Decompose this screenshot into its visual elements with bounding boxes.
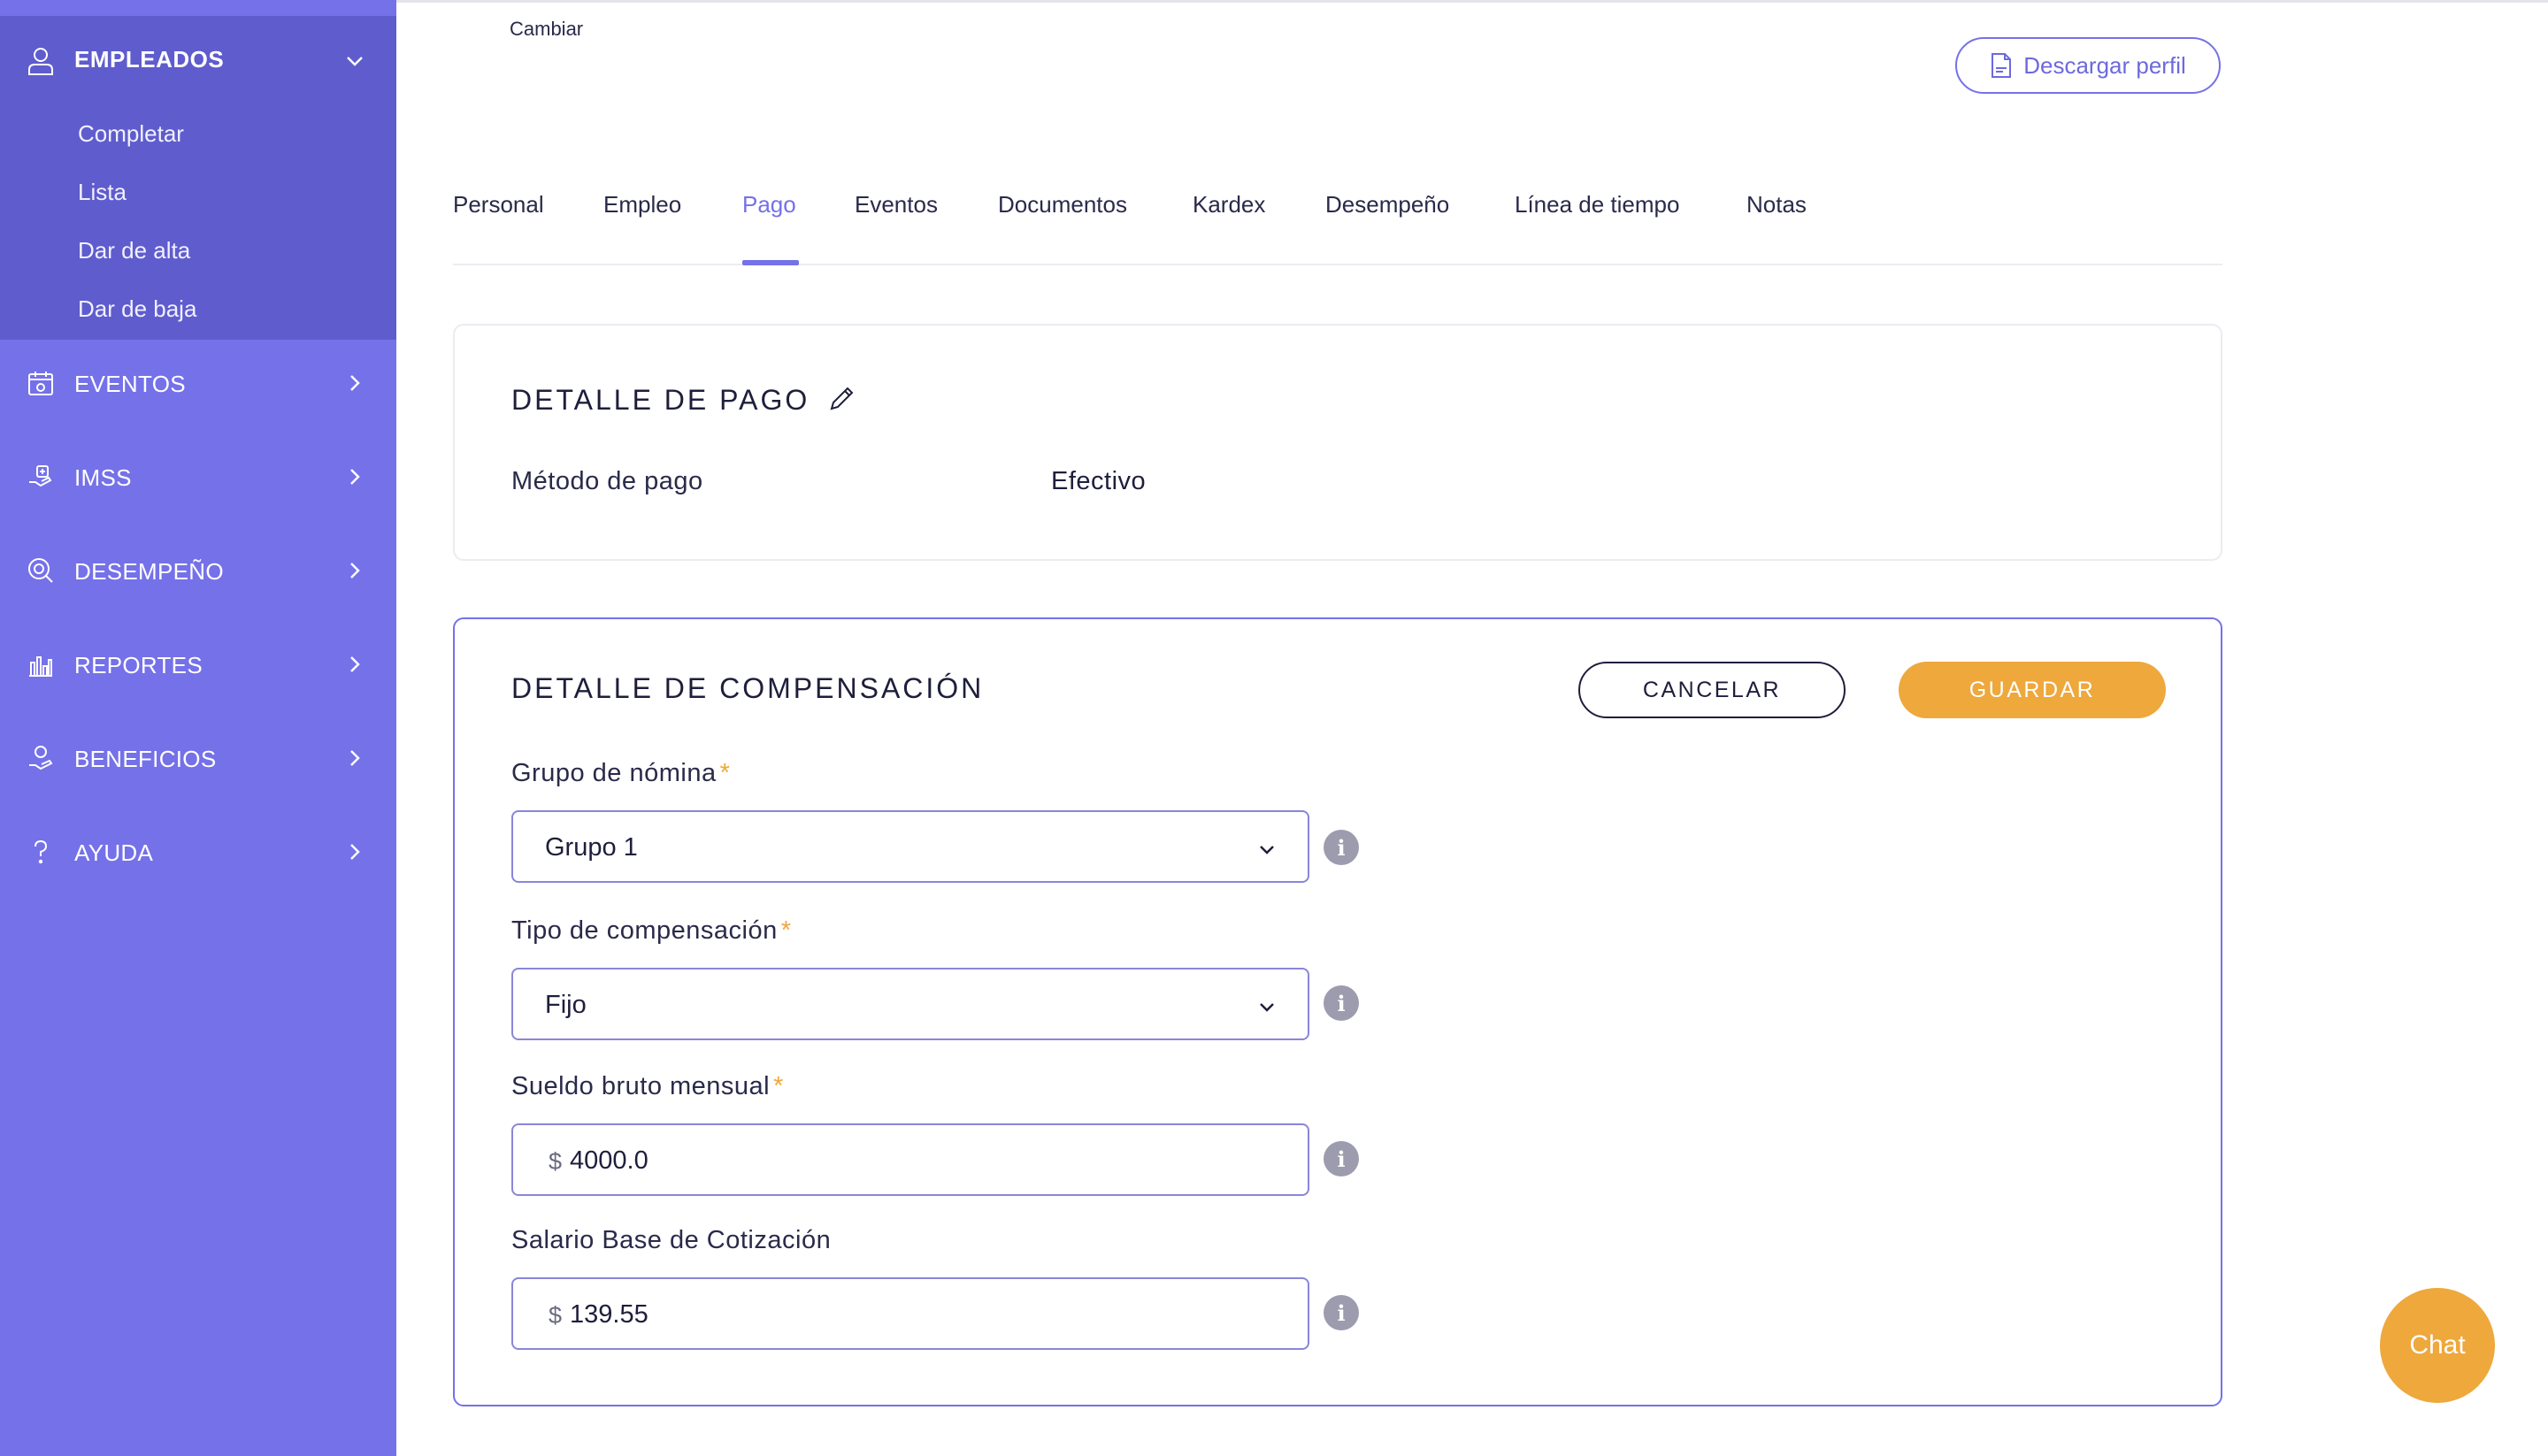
sidebar-top-strip [0,0,396,16]
target-search-icon [28,558,53,583]
active-tab-indicator [742,260,799,265]
edit-pencil-icon[interactable] [826,384,856,414]
sidebar-item-imss[interactable]: IMSS [0,441,396,512]
tab-eventos[interactable]: Eventos [855,191,938,218]
sidebar-item-desempeno[interactable]: DESEMPEÑO [0,535,396,606]
sidebar-item-label: EVENTOS [74,371,186,397]
sidebar-item-label: DESEMPEÑO [74,558,224,585]
change-link[interactable]: Cambiar [510,18,583,41]
tab-desempeno[interactable]: Desempeño [1325,191,1449,218]
info-icon[interactable]: i [1324,985,1359,1021]
compensation-type-label: Tipo de compensación * [511,916,792,946]
sbc-label: Salario Base de Cotización [511,1226,832,1254]
currency-symbol: $ [549,1302,563,1329]
payment-method-label: Método de pago [511,467,703,495]
pdf-file-icon [1992,53,2012,78]
compensation-detail-title: DETALLE DE COMPENSACIÓN [511,672,985,704]
sidebar-item-label: EMPLEADOS [74,46,225,73]
chevron-right-icon [350,656,360,672]
chevron-down-icon [1260,846,1274,854]
sbc-field[interactable]: $ [511,1277,1309,1350]
medical-hand-icon [29,465,52,487]
gross-salary-field[interactable]: $ [511,1123,1309,1196]
tab-pago[interactable]: Pago [742,191,796,218]
bar-chart-icon [29,656,52,677]
chevron-down-icon[interactable] [343,50,366,73]
payroll-group-value: Grupo 1 [545,833,638,862]
cancel-button[interactable]: CANCELAR [1578,662,1846,718]
save-button[interactable]: GUARDAR [1899,662,2166,718]
sidebar-subitem-lista[interactable]: Lista [78,179,127,206]
sidebar-item-eventos[interactable]: EVENTOS [0,348,396,418]
tab-notas[interactable]: Notas [1746,191,1807,218]
sidebar-item-label: IMSS [74,464,132,491]
sidebar-item-label: AYUDA [74,839,154,866]
top-divider [396,0,2548,3]
tab-linea-de-tiempo[interactable]: Línea de tiempo [1515,191,1679,218]
sidebar: EMPLEADOS Completar Lista Dar de alta Da… [0,0,396,1456]
help-question-icon [35,839,48,864]
payment-detail-title: DETALLE DE PAGO [511,384,810,416]
sidebar-subitem-completar[interactable]: Completar [78,120,184,148]
payroll-group-label-text: Grupo de nómina [511,759,717,787]
chevron-right-icon [350,469,360,485]
benefits-hand-icon [29,746,53,770]
gross-salary-label: Sueldo bruto mensual * [511,1072,784,1101]
sidebar-item-empleados[interactable]: EMPLEADOS [0,16,396,106]
sidebar-item-ayuda[interactable]: AYUDA [0,816,396,887]
currency-symbol: $ [549,1148,563,1175]
info-icon[interactable]: i [1324,830,1359,865]
info-icon[interactable]: i [1324,1141,1359,1176]
chevron-right-icon [350,563,360,579]
chat-button[interactable]: Chat [2380,1288,2495,1403]
chevron-right-icon [350,750,360,766]
sbc-input[interactable] [570,1293,1278,1336]
sidebar-item-beneficios[interactable]: BENEFICIOS [0,723,396,793]
compensation-type-select[interactable]: Fijo [511,968,1309,1040]
gross-salary-input[interactable] [570,1139,1278,1182]
tab-kardex[interactable]: Kardex [1193,191,1265,218]
profile-tabs: Personal Empleo Pago Eventos Documentos … [453,177,2222,265]
required-asterisk: * [780,916,792,945]
sidebar-item-label: BENEFICIOS [74,746,217,772]
required-asterisk: * [719,759,731,787]
compensation-type-value: Fijo [545,991,587,1019]
user-icon [28,48,53,75]
sidebar-item-label: REPORTES [74,652,203,678]
info-icon[interactable]: i [1324,1295,1359,1330]
compensation-detail-card: DETALLE DE COMPENSACIÓN CANCELAR GUARDAR… [453,617,2222,1406]
download-profile-button[interactable]: Descargar perfil [1955,37,2221,94]
payment-detail-card: DETALLE DE PAGO Método de pago Efectivo [453,324,2222,561]
tab-documentos[interactable]: Documentos [998,191,1127,218]
payroll-group-label: Grupo de nómina * [511,759,730,788]
chevron-down-icon [1260,1003,1274,1012]
sidebar-subitem-dar-de-alta[interactable]: Dar de alta [78,237,190,264]
chevron-right-icon [350,844,360,860]
compensation-type-label-text: Tipo de compensación [511,916,778,945]
required-asterisk: * [773,1072,784,1100]
sidebar-section-empleados: EMPLEADOS Completar Lista Dar de alta Da… [0,16,396,340]
download-profile-label: Descargar perfil [2023,51,2186,79]
chevron-right-icon [350,375,360,391]
tab-personal[interactable]: Personal [453,191,544,218]
sidebar-subitem-dar-de-baja[interactable]: Dar de baja [78,295,196,323]
tab-empleo[interactable]: Empleo [603,191,681,218]
payroll-group-select[interactable]: Grupo 1 [511,810,1309,883]
sidebar-item-reportes[interactable]: REPORTES [0,629,396,700]
gross-salary-label-text: Sueldo bruto mensual [511,1072,771,1100]
payment-method-value: Efectivo [1051,467,1147,495]
calendar-icon [28,372,53,395]
